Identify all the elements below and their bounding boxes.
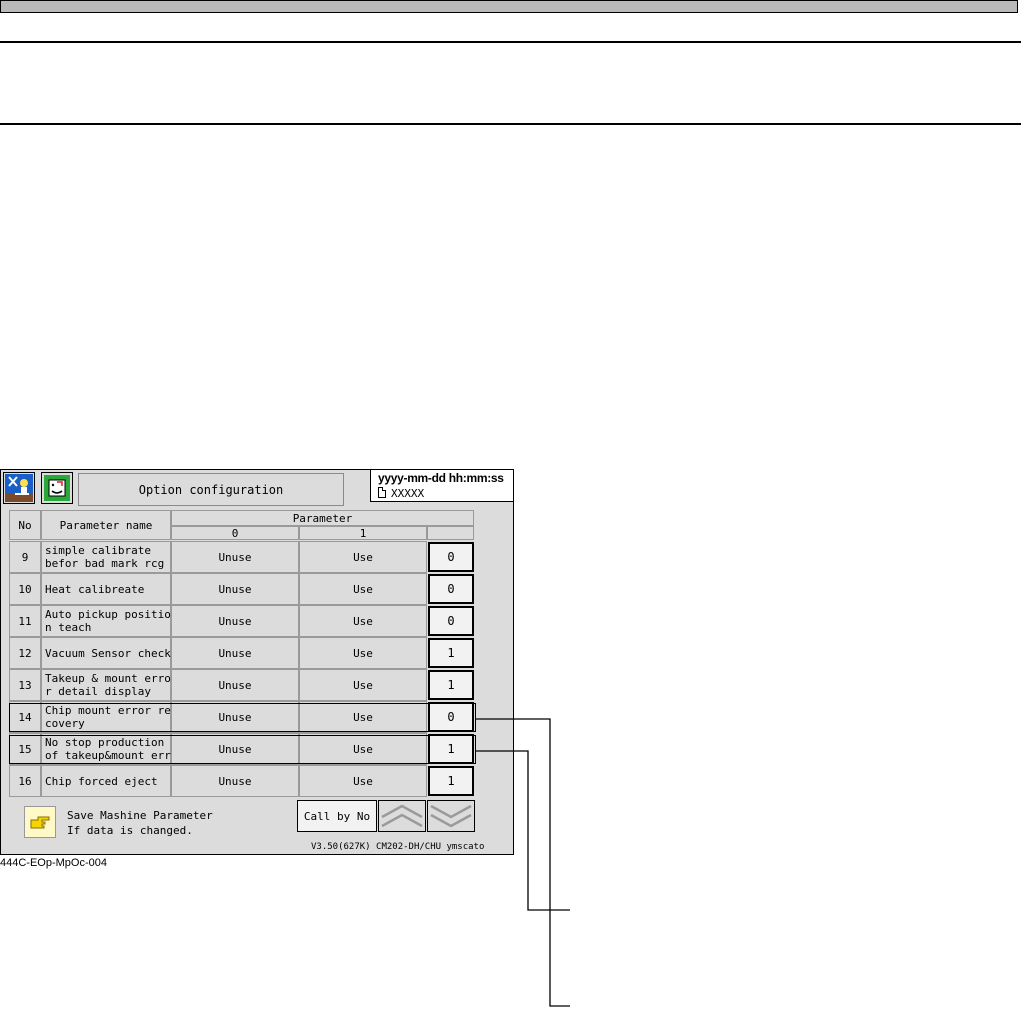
callout-line-row-14 [475,718,570,1007]
callout-line-row-15 [475,750,570,911]
callout-lines [475,718,570,1007]
